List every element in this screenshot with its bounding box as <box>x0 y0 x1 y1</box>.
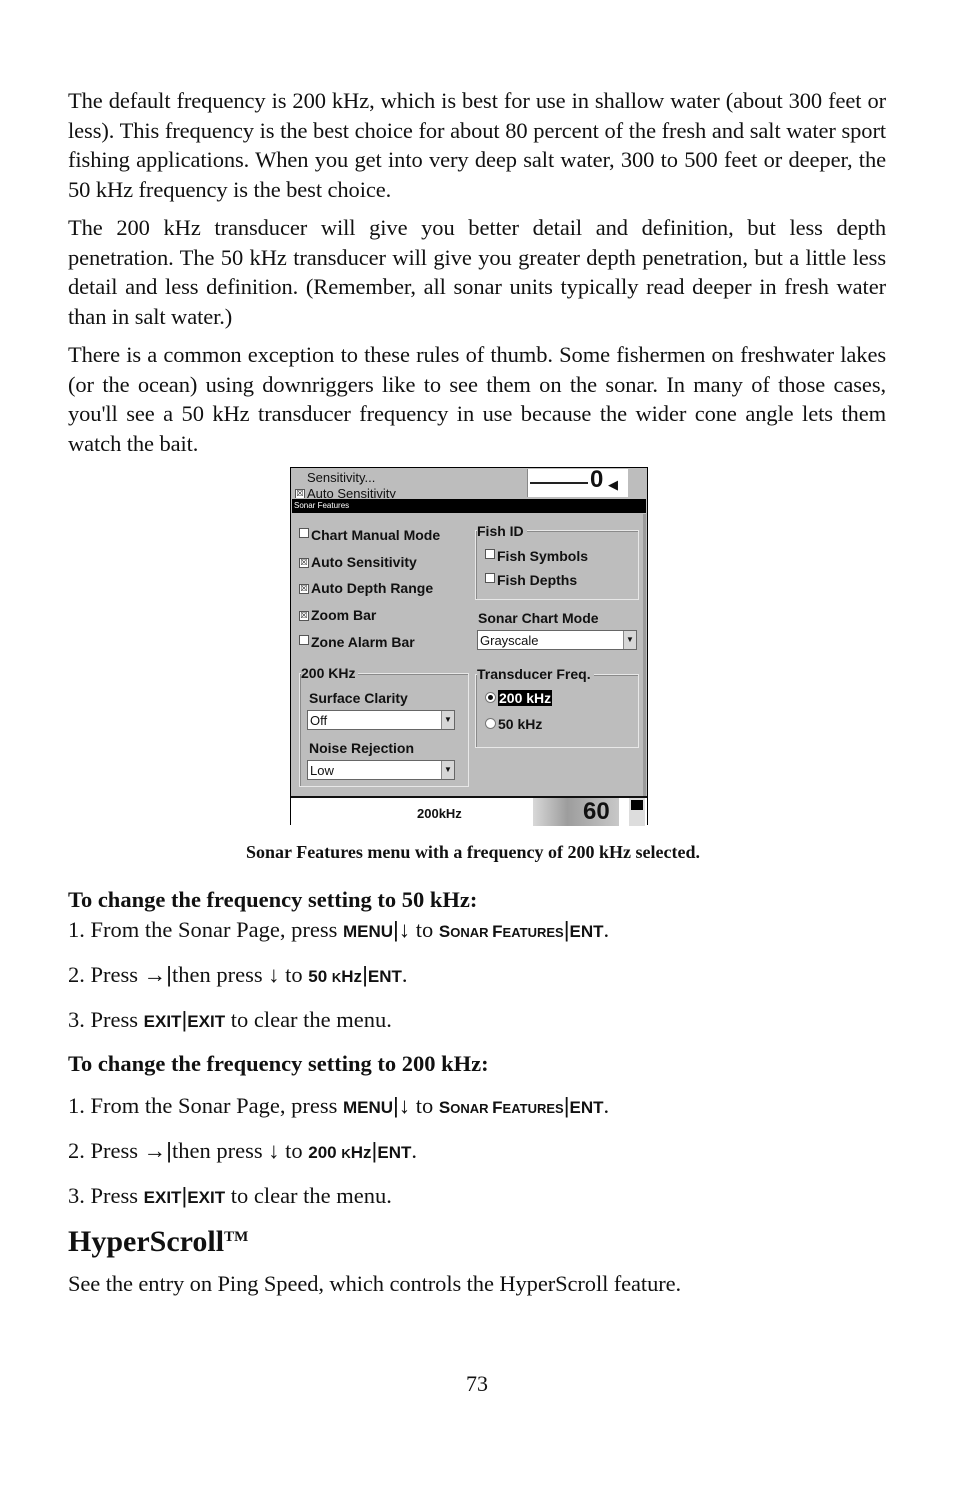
noise-rejection-select[interactable]: Low ▼ <box>307 760 455 780</box>
checkbox-checked-icon: ☒ <box>299 558 309 568</box>
auto-sensitivity-behind: ☒ Auto Sensitivity <box>295 486 396 498</box>
intro-paragraph-3: There is a common exception to these rul… <box>68 342 886 456</box>
step-200-3: 3. Press EXIT|EXIT to clear the menu. <box>68 1183 392 1208</box>
checkbox-icon <box>485 549 495 559</box>
trademark-symbol: TM <box>224 1229 249 1245</box>
checkbox-auto-sensitivity[interactable]: ☒ Auto Sensitivity <box>299 554 417 570</box>
background-menu: Sensitivity... ☒ Auto Sensitivity 0 ◀ <box>291 466 647 500</box>
scrollbar[interactable] <box>629 798 645 826</box>
step-50-1: 1. From the Sonar Page, press MENU|↓ to … <box>68 917 610 942</box>
checkbox-icon <box>485 573 495 583</box>
sensitivity-menu-item: Sensitivity... <box>307 470 376 485</box>
status-frequency: 200kHz <box>417 806 462 821</box>
page-content: The default frequency is 200 kHz, which … <box>68 86 886 1308</box>
checkbox-chart-manual-mode[interactable]: Chart Manual Mode <box>299 527 440 543</box>
fish-id-label: Fish ID <box>477 523 527 539</box>
gauge-value: 0 <box>590 466 604 493</box>
depth-display: 60 <box>533 798 619 826</box>
fish-id-group <box>475 530 639 600</box>
noise-rejection-label: Noise Rejection <box>309 740 415 756</box>
hyperscroll-heading: HyperScrollTM <box>68 1225 249 1258</box>
checkbox-icon: ☒ <box>295 489 305 498</box>
checkbox-fish-depths[interactable]: Fish Depths <box>485 572 577 588</box>
surface-clarity-label: Surface Clarity <box>309 690 408 706</box>
heading-200-khz: To change the frequency setting to 200 k… <box>68 1051 489 1076</box>
sonar-chart-mode-select[interactable]: Grayscale ▼ <box>477 630 637 650</box>
status-bar: 200kHz 60 <box>291 796 647 826</box>
down-arrow-icon: ↓ <box>398 1093 411 1118</box>
radio-50-khz[interactable]: 50 kHz <box>485 716 542 732</box>
step-200-1: 1. From the Sonar Page, press MENU|↓ to … <box>68 1093 610 1118</box>
scrollbar-thumb[interactable] <box>631 800 643 810</box>
right-arrow-icon: → <box>143 1138 167 1163</box>
checkbox-checked-icon: ☒ <box>299 584 309 594</box>
checkbox-auto-depth-range[interactable]: ☒ Auto Depth Range <box>299 580 433 596</box>
step-50-2: 2. Press →|then press ↓ to 50 KHz|ENT. <box>68 962 408 987</box>
heading-50-khz: To change the frequency setting to 50 kH… <box>68 887 478 912</box>
down-arrow-icon: ↓ <box>268 962 280 987</box>
step-50-3: 3. Press EXIT|EXIT to clear the menu. <box>68 1007 392 1032</box>
checkbox-icon <box>299 635 309 645</box>
sensitivity-gauge: 0 ◀ <box>527 466 628 497</box>
khz-group-label: 200 KHz <box>301 665 359 681</box>
depth-value: 60 <box>583 798 610 825</box>
right-arrow-icon: → <box>143 962 167 987</box>
hyperscroll-body: See the entry on Ping Speed, which contr… <box>68 1271 682 1296</box>
checkbox-checked-icon: ☒ <box>299 611 309 621</box>
fish-icon: ◀ <box>608 477 618 492</box>
dropdown-arrow-icon: ▼ <box>623 631 636 649</box>
step-200-2: 2. Press →|then press ↓ to 200 KHz|ENT. <box>68 1138 417 1163</box>
surface-clarity-select[interactable]: Off ▼ <box>307 710 455 730</box>
sonar-chart-mode-label: Sonar Chart Mode <box>478 610 599 626</box>
checkbox-icon <box>299 528 309 538</box>
menu-panel: Chart Manual Mode ☒ Auto Sensitivity ☒ Aut… <box>291 514 646 822</box>
dropdown-arrow-icon: ▼ <box>441 761 454 779</box>
intro-paragraph-2: The 200 kHz transducer will give you bet… <box>68 215 886 329</box>
checkbox-fish-symbols[interactable]: Fish Symbols <box>485 548 588 564</box>
dropdown-arrow-icon: ▼ <box>441 711 454 729</box>
transducer-freq-group <box>475 674 639 748</box>
transducer-freq-label: Transducer Freq. <box>477 666 594 682</box>
figure-caption: Sonar Features menu with a frequency of … <box>246 842 700 862</box>
down-arrow-icon: ↓ <box>268 1138 280 1163</box>
menu-title: Sonar Features <box>292 499 646 513</box>
radio-200-khz[interactable]: 200 kHz <box>485 690 553 706</box>
radio-selected-icon <box>485 692 496 703</box>
gauge-line <box>530 482 588 484</box>
down-arrow-icon: ↓ <box>398 917 411 942</box>
page-number: 73 <box>466 1371 488 1396</box>
checkbox-zoom-bar[interactable]: ☒ Zoom Bar <box>299 607 376 623</box>
intro-paragraph-1: The default frequency is 200 kHz, which … <box>68 88 886 202</box>
radio-icon <box>485 718 496 729</box>
sonar-features-screenshot: Sensitivity... ☒ Auto Sensitivity 0 ◀ Son… <box>290 466 648 826</box>
checkbox-zone-alarm-bar[interactable]: Zone Alarm Bar <box>299 634 415 650</box>
